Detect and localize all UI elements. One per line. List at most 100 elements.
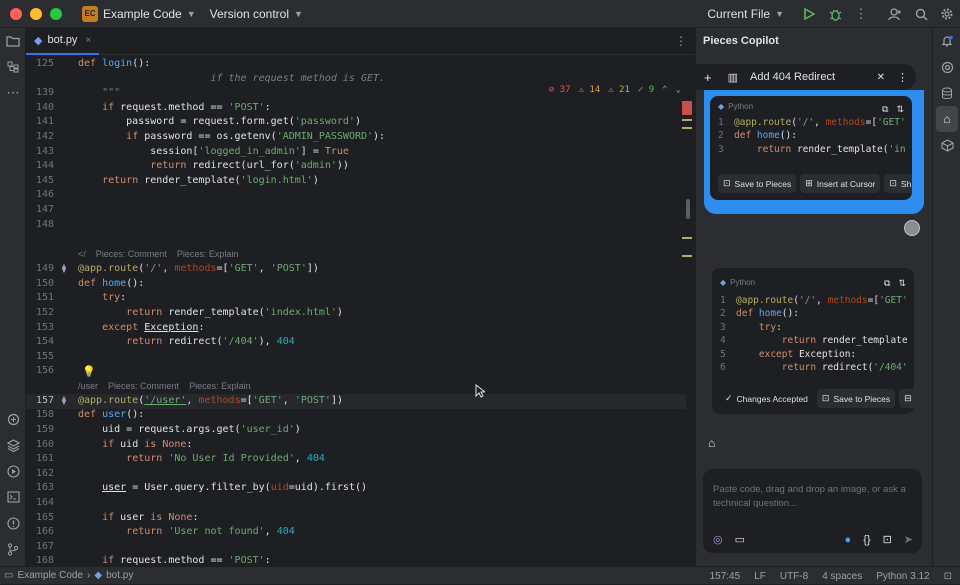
line-number[interactable]: 167 [26, 540, 54, 555]
debug-icon[interactable] [822, 0, 848, 28]
search-icon[interactable] [908, 0, 934, 28]
code-line[interactable]: 164 [26, 496, 686, 511]
project-selector[interactable]: EC Example Code ▼ [82, 5, 196, 22]
line-number[interactable]: 161 [26, 452, 54, 467]
copy-icon[interactable]: ⧉ [884, 278, 890, 289]
share-button[interactable]: ⊡ Sh [884, 174, 912, 193]
more-actions-icon[interactable]: ⋮ [848, 0, 874, 28]
code-line[interactable]: 161 return 'No User Id Provided', 404 [26, 452, 686, 467]
project-view-icon[interactable]: ▭ [4, 570, 13, 581]
line-number[interactable]: 154 [26, 335, 54, 350]
code-line[interactable]: 145 return render_template('login.html') [26, 174, 686, 189]
code-line[interactable]: 166 return 'User not found', 404 [26, 525, 686, 540]
pieces-gutter-icon[interactable]: ⧫ [54, 394, 74, 409]
code-line[interactable]: if the request method is GET. [26, 72, 686, 87]
python-packages-icon[interactable] [0, 406, 26, 432]
close-window-button[interactable] [10, 7, 22, 20]
line-number[interactable]: 158 [26, 408, 54, 423]
code-line[interactable]: 159 uid = request.args.get('user_id') [26, 423, 686, 438]
line-number[interactable]: 162 [26, 467, 54, 482]
line-number[interactable]: 152 [26, 306, 54, 321]
pieces-explain-link[interactable]: Pieces: Explain [189, 381, 251, 391]
code-line[interactable]: 157 ⧫ @app.route('/user', methods=['GET', … [26, 394, 686, 409]
code-line[interactable]: 139 """ [26, 86, 686, 101]
code-braces-icon[interactable]: {} [863, 534, 870, 546]
line-number[interactable]: 153 [26, 321, 54, 336]
code-line[interactable]: 148 [26, 218, 686, 233]
scroll-thumb[interactable] [686, 199, 690, 219]
code-line[interactable]: 150 def home(): [26, 277, 686, 292]
code-line[interactable]: 147 [26, 203, 686, 218]
lock-icon[interactable]: ⊡ [944, 571, 952, 582]
line-number[interactable]: 165 [26, 511, 54, 526]
code-line[interactable]: 167 [26, 540, 686, 555]
context-icon[interactable]: ▭ [735, 533, 745, 546]
code-line[interactable]: 168 if request.method == 'POST': [26, 554, 686, 566]
pieces-comment-link[interactable]: Pieces: Comment [108, 381, 179, 391]
python-interpreter[interactable]: Python 3.12 [876, 571, 929, 582]
code-line[interactable]: 163 user = User.query.filter_by(uid=uid)… [26, 481, 686, 496]
line-number[interactable]: 149 [26, 262, 54, 277]
pieces-gutter-icon[interactable]: ⧫ [54, 262, 74, 277]
code-line[interactable]: 125 def login(): [26, 57, 686, 72]
insert-button[interactable]: ⊟ [899, 389, 914, 408]
minimize-window-button[interactable] [30, 7, 42, 20]
code-line[interactable]: 141 password = request.form.get('passwor… [26, 115, 686, 130]
save-to-pieces-button[interactable]: ⊡ Save to Pieces [718, 174, 797, 193]
more-tabs-icon[interactable]: ⋮ [675, 34, 687, 48]
code-line[interactable]: 149 ⧫ @app.route('/', methods=['GET', 'POS… [26, 262, 686, 277]
line-number[interactable]: 146 [26, 188, 54, 203]
line-number[interactable]: 144 [26, 159, 54, 174]
code-line[interactable]: 146 [26, 188, 686, 203]
line-number[interactable]: 147 [26, 203, 54, 218]
git-branch-icon[interactable] [0, 536, 26, 562]
send-icon[interactable]: ➤ [904, 533, 913, 546]
line-number[interactable]: 141 [26, 115, 54, 130]
line-number[interactable]: 140 [26, 101, 54, 116]
collapse-icon[interactable]: ✕ [877, 72, 885, 83]
warning-stripe-marker[interactable] [682, 237, 692, 239]
more-options-icon[interactable]: ⋮ [897, 71, 908, 84]
pieces-copilot-icon[interactable]: ⌂ [936, 106, 958, 132]
layers-icon[interactable] [0, 432, 26, 458]
add-user-icon[interactable] [882, 0, 908, 28]
terminal-icon[interactable] [0, 484, 26, 510]
collapse-snippet-icon[interactable]: ⇅ [898, 278, 906, 289]
problems-icon[interactable] [0, 510, 26, 536]
project-folder-icon[interactable] [0, 28, 26, 54]
collapse-snippet-icon[interactable]: ⇅ [896, 104, 904, 115]
line-number[interactable]: 156 [26, 364, 54, 379]
file-encoding[interactable]: UTF-8 [780, 571, 808, 582]
llm-model-icon[interactable]: ◎ [713, 533, 723, 546]
pieces-drive-icon[interactable] [933, 132, 960, 158]
code-line[interactable]: 152 return render_template('index.html') [26, 306, 686, 321]
structure-icon[interactable] [0, 54, 26, 80]
copilot-chat-input[interactable]: Paste code, drag and drop an image, or a… [703, 469, 922, 553]
caret-position[interactable]: 157:45 [710, 571, 741, 582]
code-line[interactable]: 162 [26, 467, 686, 482]
line-number[interactable]: 145 [26, 174, 54, 189]
code-line[interactable]: 155 [26, 350, 686, 365]
version-control-menu[interactable]: Version control ▼ [210, 7, 303, 21]
database-icon[interactable] [933, 80, 960, 106]
line-number[interactable]: 151 [26, 291, 54, 306]
line-number[interactable]: 125 [26, 57, 54, 72]
line-ending[interactable]: LF [754, 571, 766, 582]
line-number[interactable]: 160 [26, 438, 54, 453]
insert-at-cursor-button[interactable]: ⊞ Insert at Cursor [800, 174, 881, 193]
zoom-window-button[interactable] [50, 7, 62, 20]
ai-assistant-icon[interactable] [933, 54, 960, 80]
line-number[interactable]: 155 [26, 350, 54, 365]
code-line[interactable]: 142 if password == os.getenv('ADMIN_PASS… [26, 130, 686, 145]
pieces-explain-link[interactable]: Pieces: Explain [177, 249, 239, 259]
lightbulb-icon[interactable]: 💡 [82, 365, 96, 378]
save-to-pieces-button[interactable]: ⊡ Save to Pieces [816, 389, 896, 408]
code-line[interactable]: 154 return redirect('/404'), 404 [26, 335, 686, 350]
code-area[interactable]: ⊘ 37 ⚠ 14 ⚠ 21 ✓ 9 ⌃ ⌄ 125 def login(): i… [26, 55, 695, 566]
line-number[interactable]: 148 [26, 218, 54, 233]
line-number[interactable]: 139 [26, 86, 54, 101]
line-number[interactable]: 166 [26, 525, 54, 540]
line-number[interactable]: 157 [26, 394, 54, 409]
status-file[interactable]: bot.py [106, 570, 133, 581]
more-tools-icon[interactable]: ⋯ [0, 80, 26, 106]
